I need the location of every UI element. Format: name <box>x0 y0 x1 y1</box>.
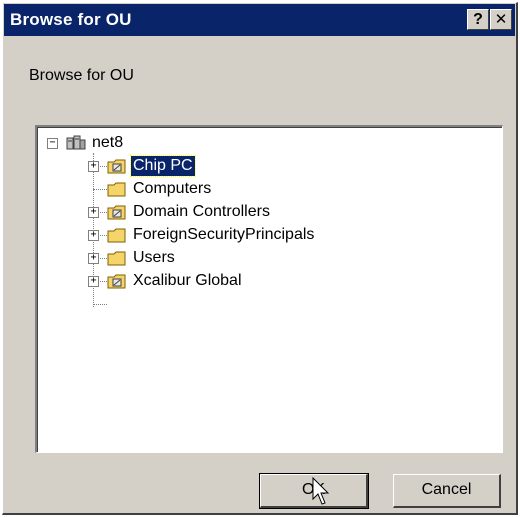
tree-item-users[interactable]: + Users <box>88 247 177 269</box>
mouse-cursor-icon <box>312 477 330 505</box>
title-bar[interactable]: Browse for OU ? ✕ <box>4 4 515 36</box>
close-button[interactable]: ✕ <box>490 9 512 30</box>
folder-icon <box>107 228 126 243</box>
tree-connector <box>93 189 107 190</box>
tree-label-domain-controllers: Domain Controllers <box>133 203 270 220</box>
ou-folder-icon <box>107 159 126 174</box>
tree-root-net8[interactable]: − net8 <box>47 132 125 154</box>
tree-label-xcalibur-global: Xcalibur Global <box>133 272 242 289</box>
tree-label-foreign-security-principals: ForeignSecurityPrincipals <box>133 226 315 243</box>
dialog-prompt: Browse for OU <box>29 67 134 84</box>
tree-label-users: Users <box>133 249 175 266</box>
tree-item-foreign-security-principals[interactable]: + ForeignSecurityPrincipals <box>88 224 316 246</box>
ou-tree-view[interactable]: − net8 + Chip PC Computers + Domain Cont… <box>35 125 503 453</box>
tree-item-computers[interactable]: Computers <box>107 178 213 200</box>
tree-label-chip-pc: Chip PC <box>130 155 196 177</box>
cancel-button[interactable]: Cancel <box>393 474 501 508</box>
ou-folder-icon <box>107 205 126 220</box>
expand-icon[interactable]: + <box>88 275 99 287</box>
expand-icon[interactable]: + <box>88 206 99 218</box>
tree-label-computers: Computers <box>133 180 212 197</box>
window-title: Browse for OU <box>10 10 132 29</box>
browse-for-ou-dialog: Browse for OU ? ✕ Browse for OU − net8 +… <box>2 2 518 515</box>
tree-item-chip-pc[interactable]: + Chip PC <box>88 155 196 177</box>
tree-item-domain-controllers[interactable]: + Domain Controllers <box>88 201 272 223</box>
ou-folder-icon <box>107 274 126 289</box>
expand-icon[interactable]: + <box>88 252 99 264</box>
folder-icon <box>107 182 126 197</box>
tree-item-xcalibur-global[interactable]: + Xcalibur Global <box>88 270 244 292</box>
domain-icon <box>66 135 86 150</box>
help-button[interactable]: ? <box>467 9 489 30</box>
folder-icon <box>107 251 126 266</box>
collapse-icon[interactable]: − <box>47 137 58 149</box>
expand-icon[interactable]: + <box>88 229 99 241</box>
expand-icon[interactable]: + <box>88 160 99 172</box>
tree-connector <box>93 304 107 305</box>
tree-label-net8: net8 <box>92 134 124 151</box>
